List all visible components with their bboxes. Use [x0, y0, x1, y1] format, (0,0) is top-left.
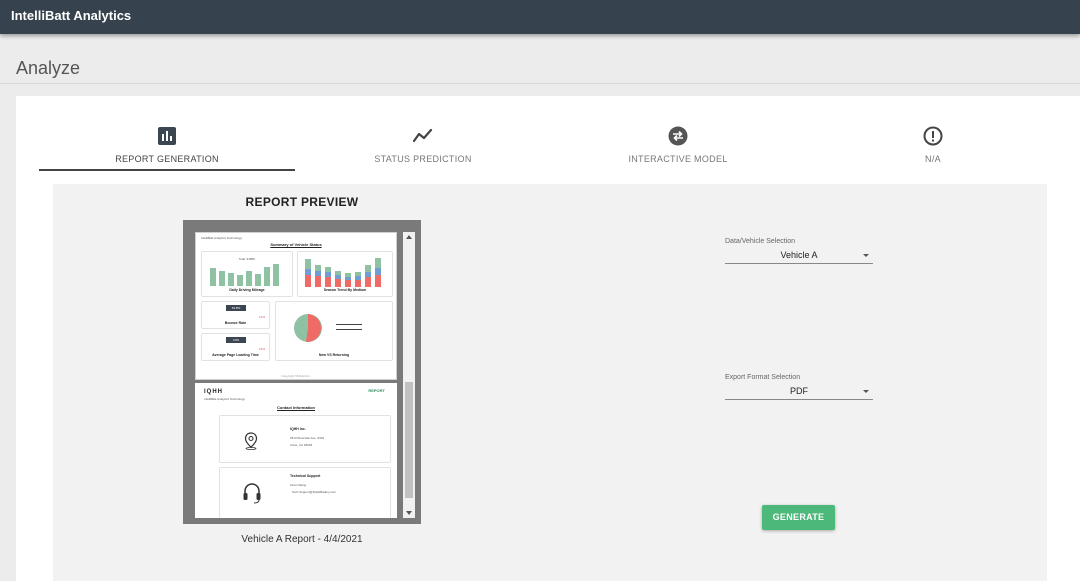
page2-logo: IQHH	[204, 389, 223, 395]
support-line-2: Tech.Support@IQHHBattery.com	[292, 490, 337, 494]
format-select-field: Export Format Selection PDF	[725, 374, 873, 400]
page-title: Analyze	[16, 58, 81, 78]
season-chart-card: Season Trend By Medium	[297, 251, 393, 297]
vehicle-select-field: Data/Vehicle Selection Vehicle A	[725, 238, 873, 264]
tab-label: STATUS PREDICTION	[374, 154, 472, 164]
pie-label: New VS Returning	[318, 353, 350, 357]
season-stacked-chart	[305, 258, 381, 287]
mileage-label: Daily Driving Mileage	[229, 288, 265, 292]
location-pin-icon	[244, 432, 258, 450]
kpi-bounce-change: 14%	[258, 315, 265, 319]
kpi-bounce-label: Bounce Rate	[224, 321, 247, 325]
report-page-2: IQHH IntelliBatt Analytics Technology RE…	[195, 383, 397, 518]
legend-rule	[336, 324, 362, 325]
mileage-total: Total: 9185K	[238, 257, 256, 261]
tab-interactive-model[interactable]: INTERACTIVE MODEL	[550, 122, 806, 170]
preview-caption: Vehicle A Report - 4/4/2021	[241, 534, 363, 545]
kpi-loading-change: 16%	[258, 347, 265, 351]
tab-label: REPORT GENERATION	[115, 154, 219, 164]
title-divider	[0, 83, 1080, 84]
tab-na[interactable]: N/A	[805, 122, 1061, 170]
page2-company: IntelliBatt Analytics Technology	[204, 397, 245, 401]
preview-title: REPORT PREVIEW	[245, 195, 359, 209]
page2-report-tag: REPORT	[368, 388, 385, 393]
chevron-down-icon	[863, 254, 869, 257]
kpi-bounce-value: 53.8%	[226, 305, 246, 311]
format-select[interactable]: PDF	[725, 385, 873, 400]
season-label: Season Trend By Medium	[323, 288, 367, 292]
tab-label: INTERACTIVE MODEL	[628, 154, 728, 164]
report-page-1: IntelliBatt Analytics Technology Summary…	[195, 232, 397, 380]
format-select-value: PDF	[790, 386, 808, 396]
page-heading: Summary of Vehicle Status	[270, 242, 322, 247]
scroll-down-icon[interactable]	[406, 511, 412, 515]
kpi-loading-value: 3.8S	[226, 337, 246, 343]
pdf-viewer[interactable]: IntelliBatt Analytics Technology Summary…	[183, 220, 421, 524]
vehicle-select-value: Vehicle A	[780, 250, 818, 260]
analyze-card: REPORT GENERATION STATUS PREDICTION INTE…	[16, 96, 1080, 581]
legend-rule	[336, 329, 362, 330]
format-select-label: Export Format Selection	[725, 374, 801, 381]
support-line-1: Kevin Wang	[290, 483, 307, 487]
mileage-chart-card: Total: 9185K Daily Driving Mileage	[201, 251, 293, 297]
address-line-2: Irvine, CA 92618	[290, 443, 313, 447]
company-name: IQHH Inc.	[290, 427, 306, 431]
top-app-bar: IntelliBatt Analytics	[0, 0, 1080, 34]
support-card: Technical Support Kevin Wang Tech.Suppor…	[219, 467, 391, 518]
document-scroll-area[interactable]: IntelliBatt Analytics Technology Summary…	[189, 226, 415, 518]
page-company: IntelliBatt Analytics Technology	[201, 236, 242, 240]
headset-icon	[243, 483, 261, 504]
scroll-thumb[interactable]	[405, 382, 413, 498]
viewer-scrollbar[interactable]	[403, 232, 415, 518]
returning-pie-chart	[294, 314, 322, 343]
mileage-bar-chart	[210, 264, 279, 286]
page2-heading: Contact Information	[277, 405, 315, 410]
kpi-loading-label: Average Page Loading Time	[212, 353, 259, 357]
trend-line-icon	[413, 128, 433, 143]
tab-label: N/A	[925, 154, 941, 164]
scroll-up-icon[interactable]	[406, 235, 412, 239]
bar-chart-icon	[158, 127, 176, 145]
support-title: Technical Support	[290, 474, 321, 478]
kpi-bounce-card: 53.8% 14% Bounce Rate	[201, 301, 270, 329]
pie-chart-card: New VS Returning	[275, 301, 393, 361]
page-footer: Copyright ©IQHH Inc.	[281, 374, 311, 378]
app-title: IntelliBatt Analytics	[11, 8, 132, 23]
tab-status-prediction[interactable]: STATUS PREDICTION	[295, 122, 551, 170]
address-line-1: 2513 Riverside Ave. #302	[290, 436, 325, 440]
swap-arrows-icon	[668, 126, 688, 146]
address-card: IQHH Inc. 2513 Riverside Ave. #302 Irvin…	[219, 415, 391, 463]
report-panel: REPORT PREVIEW IntelliBatt Analytics Tec…	[53, 184, 1047, 581]
tab-report-generation[interactable]: REPORT GENERATION	[39, 122, 295, 171]
generate-button[interactable]: GENERATE	[762, 505, 835, 530]
vehicle-select-label: Data/Vehicle Selection	[725, 238, 796, 245]
chevron-down-icon	[863, 390, 869, 393]
kpi-loading-card: 3.8S 16% Average Page Loading Time	[201, 333, 270, 361]
vehicle-select[interactable]: Vehicle A	[725, 249, 873, 264]
alert-circle-icon	[923, 126, 943, 146]
